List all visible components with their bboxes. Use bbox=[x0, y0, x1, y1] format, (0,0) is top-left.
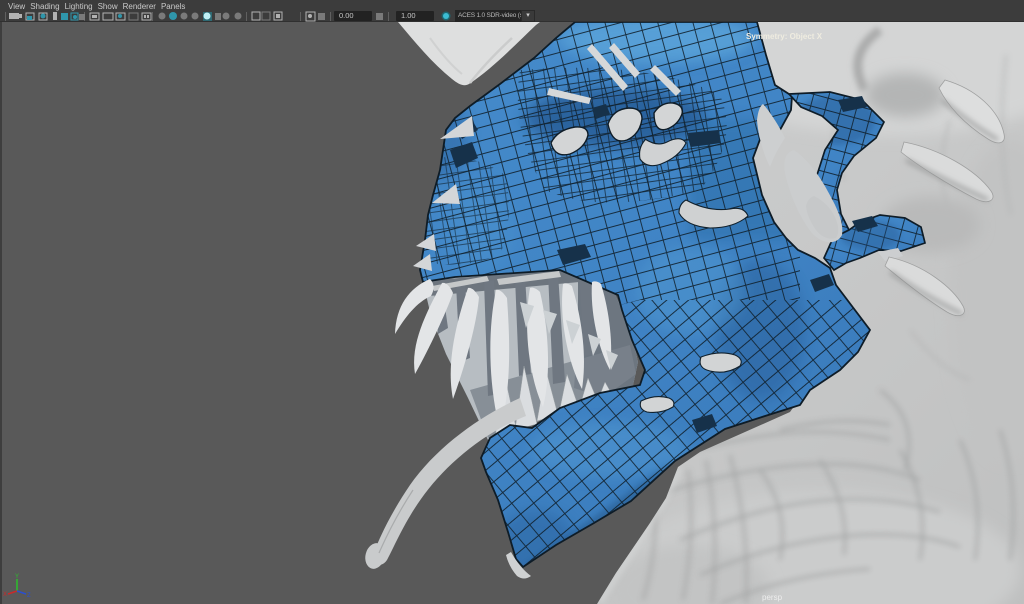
svg-text:X: X bbox=[3, 592, 7, 598]
svg-text:Z: Z bbox=[27, 593, 31, 599]
svg-text:Y: Y bbox=[15, 574, 19, 580]
svg-text:Symmetry: Object X: Symmetry: Object X bbox=[746, 32, 823, 41]
svg-text:persp: persp bbox=[762, 593, 783, 602]
